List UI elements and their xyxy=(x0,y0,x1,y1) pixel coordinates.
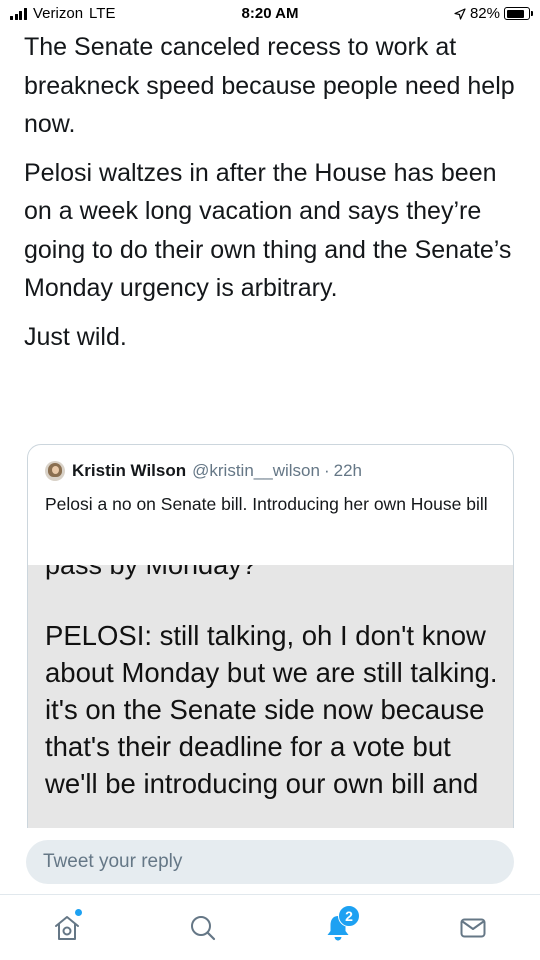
new-content-dot xyxy=(75,909,82,916)
tab-home[interactable] xyxy=(50,909,84,945)
status-right: 82% xyxy=(454,5,533,22)
home-icon xyxy=(55,916,79,940)
reply-bar xyxy=(0,828,540,894)
quoted-tweet-image[interactable]: pass by Monday? PELOSI: still talking, o… xyxy=(28,565,513,843)
tab-notifications[interactable]: 2 xyxy=(321,905,360,945)
reply-input[interactable] xyxy=(26,840,514,884)
location-arrow-icon xyxy=(454,7,466,20)
quoted-tweet-text: Pelosi a no on Senate bill. Introducing … xyxy=(45,494,488,514)
quoted-tweet-author: Kristin Wilson @kristin__wilson · 22h xyxy=(45,459,496,483)
notification-badge: 2 xyxy=(338,905,360,927)
author-name[interactable]: Kristin Wilson xyxy=(72,459,186,483)
tweet-paragraph: Pelosi waltzes in after the House has be… xyxy=(24,158,512,303)
avatar[interactable] xyxy=(45,461,65,481)
search-icon xyxy=(191,916,216,941)
battery-fill xyxy=(506,9,524,18)
tab-messages[interactable] xyxy=(456,911,490,945)
tweet-paragraph: The Senate canceled recess to work at br… xyxy=(24,33,515,138)
tab-bar: 2 xyxy=(0,894,540,960)
battery-icon xyxy=(504,7,533,20)
tweet-body: The Senate canceled recess to work at br… xyxy=(24,28,524,366)
quoted-tweet-card[interactable]: Kristin Wilson @kristin__wilson · 22h Pe… xyxy=(27,444,514,844)
separator-dot: · xyxy=(323,461,330,480)
battery-percent: 82% xyxy=(469,5,500,22)
mail-icon xyxy=(460,918,486,938)
tweet-timestamp: 22h xyxy=(333,461,362,480)
tweet-paragraph: Just wild. xyxy=(24,322,127,351)
quoted-tweet-header: Kristin Wilson @kristin__wilson · 22h Pe… xyxy=(28,445,513,565)
status-bar: Verizon LTE 8:20 AM 82% xyxy=(0,0,540,28)
image-text-cut: pass by Monday? xyxy=(45,565,257,580)
image-text: PELOSI: still talking, oh I don't know a… xyxy=(45,620,498,799)
author-handle[interactable]: @kristin__wilson xyxy=(192,459,320,483)
tab-search[interactable] xyxy=(186,911,220,945)
